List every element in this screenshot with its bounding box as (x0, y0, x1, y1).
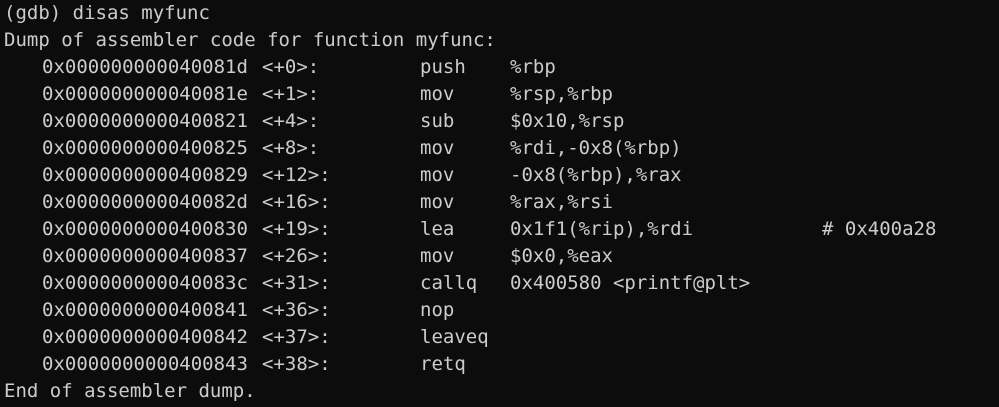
terminal-window[interactable]: (gdb) disas myfunc Dump of assembler cod… (0, 0, 999, 407)
instruction-address: 0x0000000000400825 (42, 137, 248, 159)
instruction-mnemonic: retq (420, 353, 466, 375)
instruction-address: 0x000000000040083c (42, 272, 248, 294)
instruction-address: 0x000000000040081d (42, 56, 248, 78)
instruction-row: 0x0000000000400837 <+26>: mov $0x0,%eax (0, 243, 999, 270)
instruction-row: 0x000000000040082d <+16>: mov %rax,%rsi (0, 189, 999, 216)
instruction-row: 0x000000000040081e <+1>: mov %rsp,%rbp (0, 81, 999, 108)
instruction-row: 0x0000000000400821 <+4>: sub $0x10,%rsp (0, 108, 999, 135)
instruction-operands: %rbp (510, 56, 556, 78)
instruction-row: 0x0000000000400825 <+8>: mov %rdi,-0x8(%… (0, 135, 999, 162)
instruction-operands: 0x400580 <printf@plt> (510, 272, 751, 294)
instruction-offset: <+38>: (262, 353, 331, 375)
instruction-address: 0x0000000000400821 (42, 110, 248, 132)
instruction-address: 0x0000000000400841 (42, 299, 248, 321)
instruction-row: 0x0000000000400843 <+38>: retq (0, 351, 999, 378)
instruction-offset: <+26>: (262, 245, 331, 267)
instruction-mnemonic: push (420, 56, 466, 78)
instruction-operands: %rdi,-0x8(%rbp) (510, 137, 682, 159)
gdb-command-line: (gdb) disas myfunc (4, 2, 210, 24)
instruction-operands: -0x8(%rbp),%rax (510, 164, 682, 186)
dump-footer: End of assembler dump. (4, 380, 256, 402)
instruction-address: 0x000000000040082d (42, 191, 248, 213)
instruction-address: 0x0000000000400837 (42, 245, 248, 267)
instruction-address: 0x0000000000400842 (42, 326, 248, 348)
instruction-offset: <+31>: (262, 272, 331, 294)
instruction-mnemonic: sub (420, 110, 455, 132)
instruction-mnemonic: leaveq (420, 326, 489, 348)
instruction-offset: <+8>: (262, 137, 320, 159)
instruction-mnemonic: mov (420, 191, 455, 213)
instruction-operands: %rax,%rsi (510, 191, 613, 213)
instruction-address: 0x0000000000400829 (42, 164, 248, 186)
instruction-address: 0x000000000040081e (42, 83, 248, 105)
instruction-operands: 0x1f1(%rip),%rdi (510, 218, 694, 240)
instruction-offset: <+19>: (262, 218, 331, 240)
instruction-comment: # 0x400a28 (822, 218, 937, 240)
instruction-address: 0x0000000000400830 (42, 218, 248, 240)
instruction-offset: <+4>: (262, 110, 320, 132)
instruction-address: 0x0000000000400843 (42, 353, 248, 375)
dump-header: Dump of assembler code for function myfu… (4, 29, 496, 51)
instruction-row: 0x000000000040083c <+31>: callq 0x400580… (0, 270, 999, 297)
instruction-mnemonic: callq (420, 272, 478, 294)
instruction-offset: <+36>: (262, 299, 331, 321)
instruction-row: 0x0000000000400842 <+37>: leaveq (0, 324, 999, 351)
instruction-mnemonic: lea (420, 218, 455, 240)
instruction-row: 0x0000000000400829 <+12>: mov -0x8(%rbp)… (0, 162, 999, 189)
instruction-mnemonic: mov (420, 245, 455, 267)
instruction-row: 0x0000000000400830 <+19>: lea 0x1f1(%rip… (0, 216, 999, 243)
instruction-offset: <+16>: (262, 191, 331, 213)
instruction-mnemonic: mov (420, 164, 455, 186)
instruction-offset: <+37>: (262, 326, 331, 348)
instruction-mnemonic: nop (420, 299, 455, 321)
instruction-row: 0x0000000000400841 <+36>: nop (0, 297, 999, 324)
instruction-mnemonic: mov (420, 83, 455, 105)
instruction-row: 0x000000000040081d <+0>: push %rbp (0, 54, 999, 81)
instruction-offset: <+12>: (262, 164, 331, 186)
instruction-offset: <+1>: (262, 83, 320, 105)
instruction-offset: <+0>: (262, 56, 320, 78)
instruction-operands: %rsp,%rbp (510, 83, 613, 105)
instruction-mnemonic: mov (420, 137, 455, 159)
instruction-operands: $0x10,%rsp (510, 110, 625, 132)
instruction-operands: $0x0,%eax (510, 245, 613, 267)
